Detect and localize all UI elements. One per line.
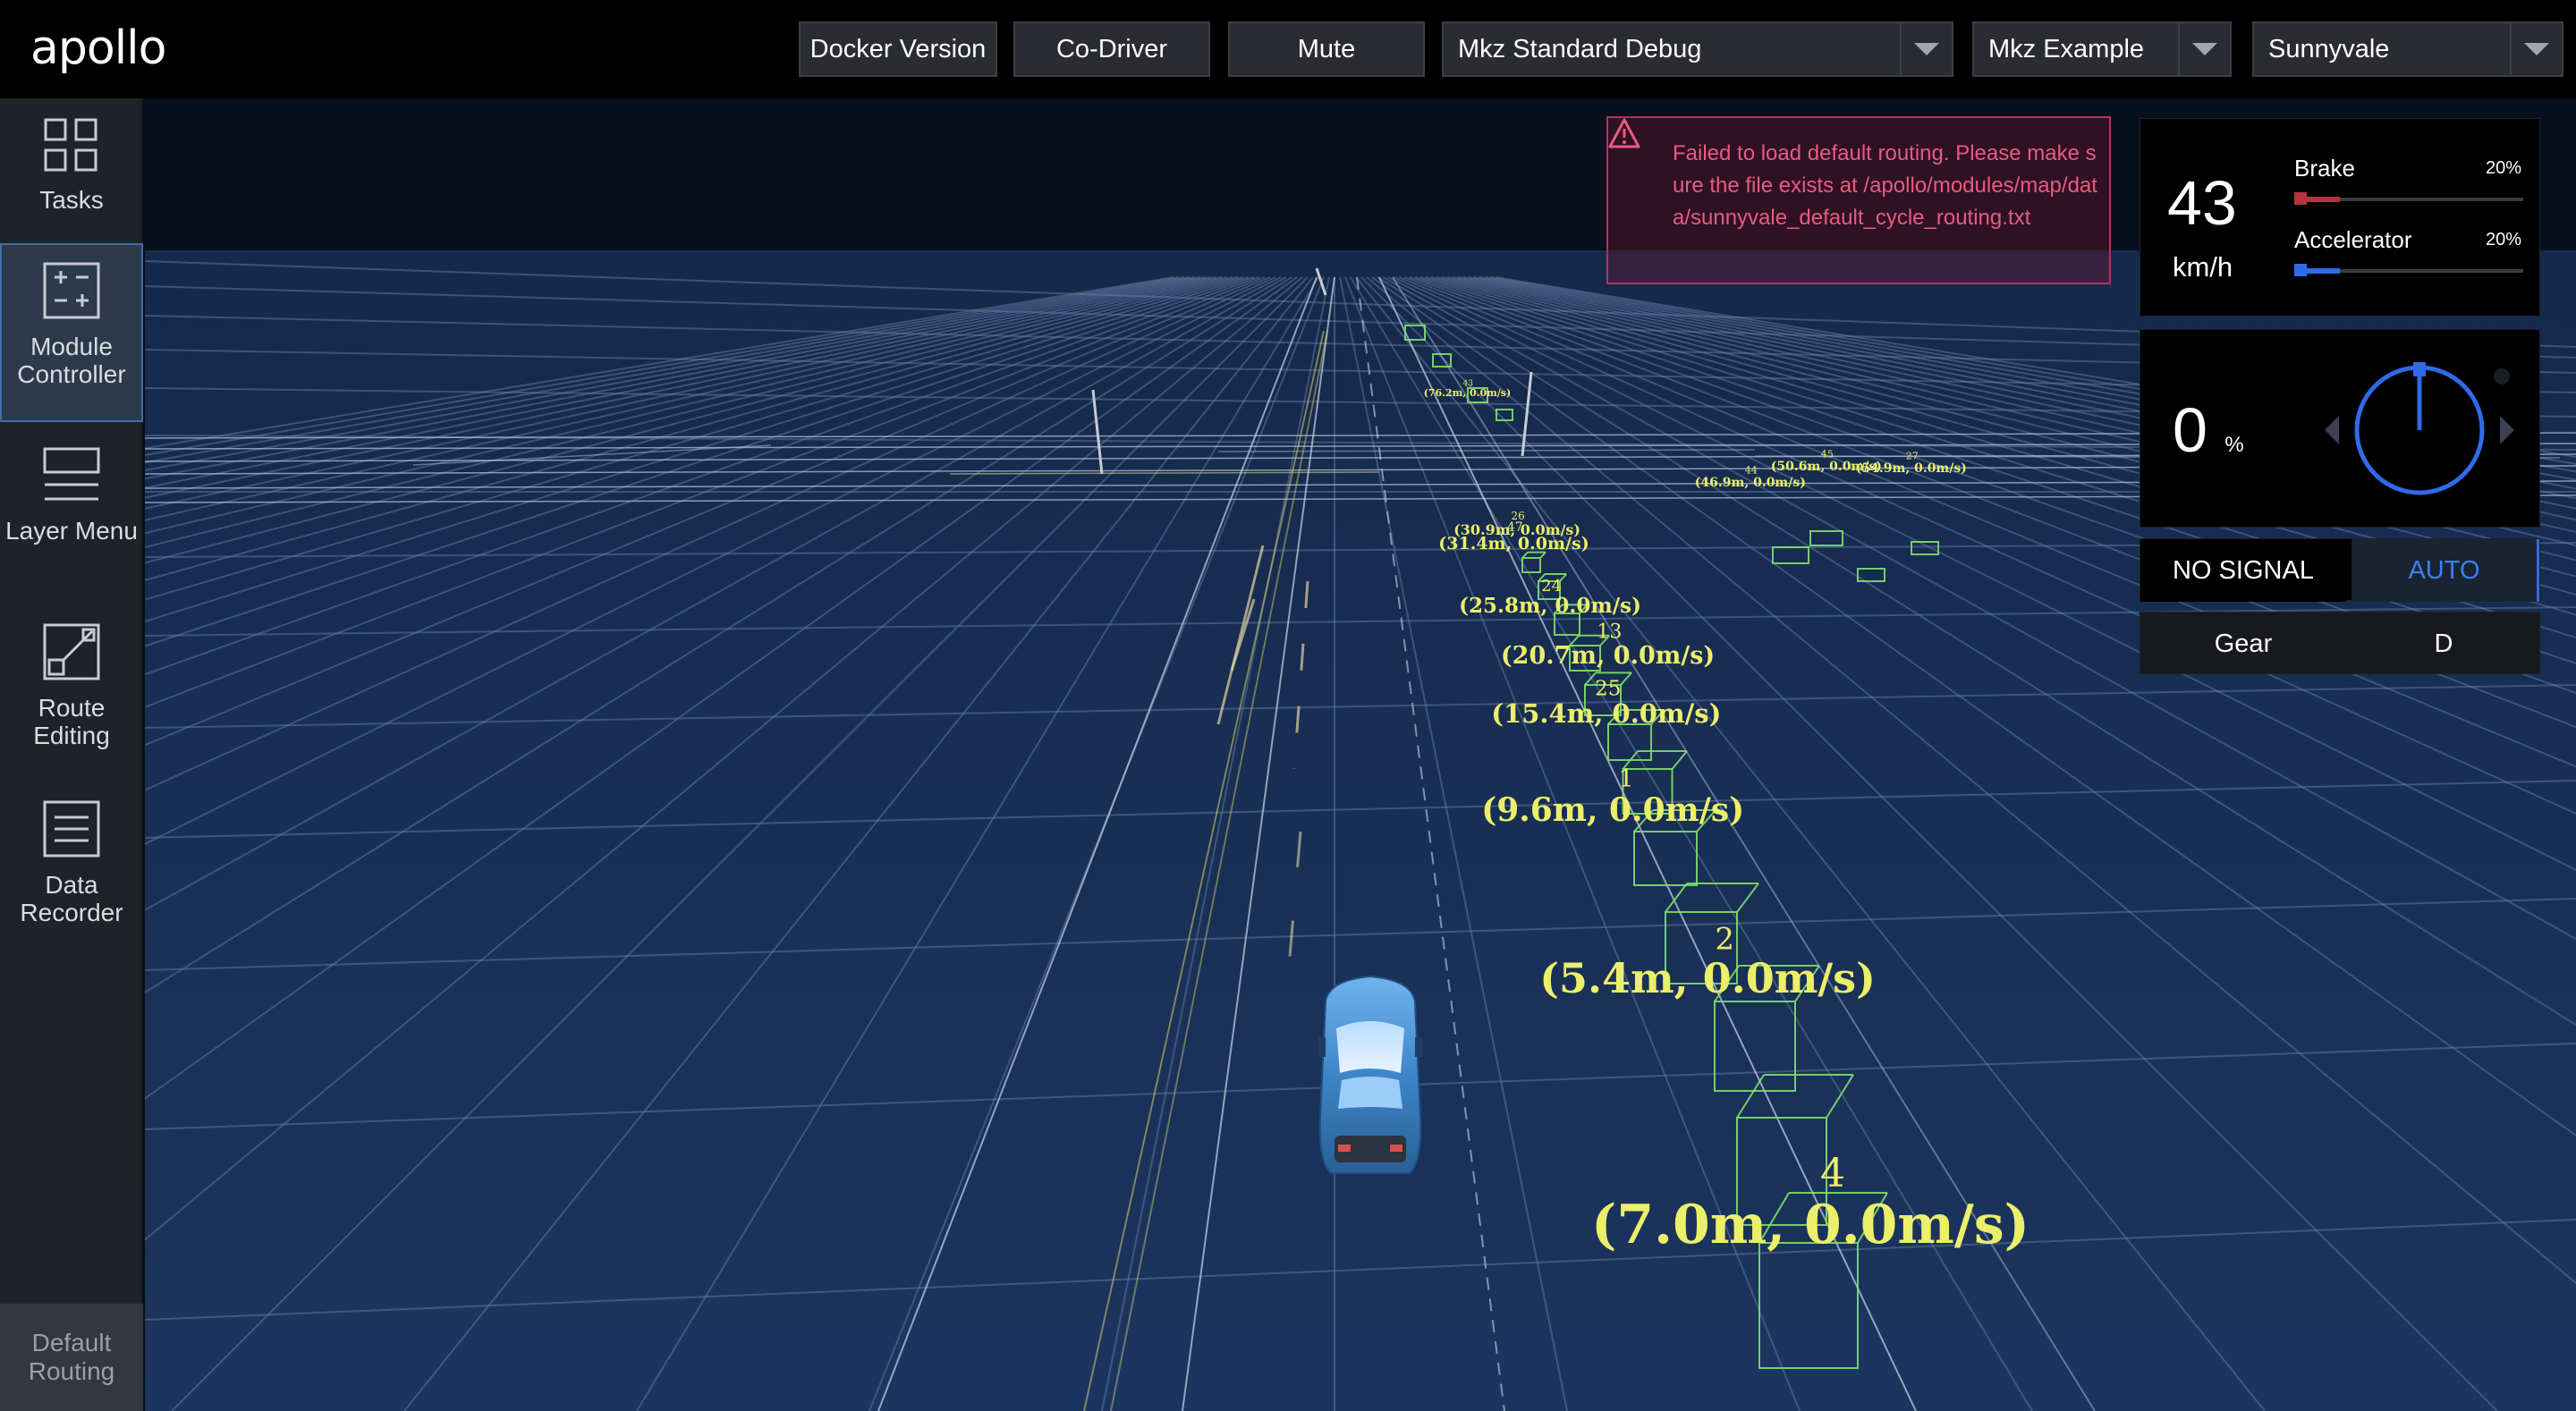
obstacle-id: 25 — [1595, 678, 1621, 701]
docker-version-button[interactable]: Docker Version — [799, 21, 997, 77]
steering-indicator-dot — [2494, 368, 2510, 384]
mode-select[interactable]: Mkz Standard Debug — [1442, 21, 1953, 77]
sidebar-item-label: Module Controller — [17, 333, 126, 388]
accelerator-bar — [2294, 264, 2523, 276]
vehicle-select[interactable]: Mkz Example — [1972, 21, 2232, 77]
obstacle-id: 1 — [1619, 765, 1634, 793]
obstacle-info: (46.9m, 0.0m/s) — [1695, 476, 1806, 490]
obstacle-id: 2 — [1715, 922, 1734, 958]
chevron-down-icon — [2524, 43, 2549, 55]
default-routing-button[interactable]: Default Routing — [0, 1304, 143, 1411]
speed-unit: km/h — [2173, 251, 2233, 283]
accelerator-percent: 20% — [2485, 230, 2521, 249]
chevron-down-icon — [1914, 43, 1939, 55]
sidebar-item-label: Tasks — [39, 186, 104, 214]
sidebar-item-label: Layer Menu — [5, 517, 138, 545]
ego-vehicle — [1318, 975, 1422, 1174]
obstacle-id: 27 — [1906, 450, 1919, 461]
obstacle-info: (25.8m, 0.0m/s) — [1459, 594, 1641, 618]
brake-label: Brake — [2294, 155, 2355, 182]
speed-value: 43 — [2167, 168, 2237, 238]
steering-percent-value: 0 — [2173, 395, 2207, 465]
speed-panel: 43 km/h Brake 20% Accelerator 20% — [2140, 118, 2540, 317]
accelerator-bar-knob — [2294, 264, 2307, 276]
route-editing-icon — [43, 623, 100, 680]
layer-menu-icon — [43, 447, 100, 501]
driving-mode-auto[interactable]: AUTO — [2351, 539, 2539, 602]
alert-message: Failed to load default routing. Please m… — [1673, 141, 2097, 230]
obstacle-info: (54.9m, 0.0m/s) — [1856, 461, 1967, 476]
sidebar-item-label: Route Editing — [33, 694, 110, 749]
steering-wheel-needle — [2413, 362, 2426, 430]
obstacle-id: 4 — [1820, 1151, 1845, 1196]
obstacle-info: (7.0m, 0.0m/s) — [1591, 1194, 2029, 1256]
steering-percent: 0 % — [2173, 394, 2244, 466]
gear-label: Gear — [2214, 629, 2273, 658]
obstacle-id: 45 — [1821, 448, 1834, 460]
obstacle-info: (76.2m, 0.0m/s) — [1424, 387, 1512, 399]
obstacle-info: (30.9m, 0.0m/s) — [1453, 521, 1580, 538]
brake-bar — [2294, 192, 2523, 205]
steering-wheel-gauge — [2325, 362, 2514, 495]
steering-panel: 0 % — [2140, 329, 2540, 528]
gear-panel: Gear D — [2140, 612, 2540, 674]
mute-button[interactable]: Mute — [1228, 21, 1425, 77]
warning-triangle-icon — [1608, 118, 1640, 148]
turn-right-indicator-icon — [2500, 416, 2514, 444]
module-controller-icon — [43, 262, 100, 319]
brake-bar-knob — [2294, 192, 2307, 205]
signal-status: NO SIGNAL — [2140, 539, 2346, 602]
sidebar-item-route-editing[interactable]: Route Editing — [0, 606, 143, 785]
vehicle-select-value: Mkz Example — [1988, 34, 2145, 63]
apollo-logo: apollo — [30, 21, 166, 75]
obstacle-id: 24 — [1541, 577, 1562, 596]
sidebar-item-module-controller[interactable]: Module Controller — [0, 243, 143, 422]
obstacle-id: 44 — [1745, 464, 1758, 476]
co-driver-button[interactable]: Co-Driver — [1013, 21, 1210, 77]
top-header: apollo Docker Version Co-Driver Mute Mkz… — [0, 0, 2576, 98]
obstacle-info: (5.4m, 0.0m/s) — [1539, 954, 1876, 1002]
sidebar-item-label: Data Recorder — [20, 871, 123, 926]
brake-percent: 20% — [2485, 158, 2521, 178]
obstacle-id: 13 — [1597, 621, 1622, 644]
turn-left-indicator-icon — [2325, 416, 2339, 444]
chevron-down-icon — [2192, 43, 2217, 55]
sidebar-item-layer-menu[interactable]: Layer Menu — [0, 429, 143, 608]
gear-value: D — [2434, 629, 2453, 658]
data-recorder-icon — [43, 799, 100, 858]
left-sidebar: Tasks Module Controller Layer Menu Route… — [0, 98, 143, 1411]
routing-error-alert: Failed to load default routing. Please m… — [1606, 116, 2111, 284]
signal-panel: NO SIGNAL AUTO — [2140, 538, 2540, 602]
mode-select-value: Mkz Standard Debug — [1458, 34, 1702, 63]
obstacle-info: (9.6m, 0.0m/s) — [1481, 791, 1744, 829]
map-select[interactable]: Sunnyvale — [2252, 21, 2563, 77]
vehicle-select-arrow[interactable] — [2178, 23, 2230, 75]
mode-select-arrow[interactable] — [1900, 23, 1952, 75]
map-select-arrow[interactable] — [2510, 23, 2562, 75]
obstacle-info: (15.4m, 0.0m/s) — [1491, 698, 1721, 729]
steering-percent-unit: % — [2224, 433, 2244, 457]
map-select-value: Sunnyvale — [2268, 34, 2390, 63]
sidebar-item-data-recorder[interactable]: Data Recorder — [0, 783, 143, 962]
obstacle-info: (20.7m, 0.0m/s) — [1501, 642, 1715, 670]
accelerator-label: Accelerator — [2294, 226, 2412, 253]
tasks-grid-icon — [44, 118, 97, 172]
